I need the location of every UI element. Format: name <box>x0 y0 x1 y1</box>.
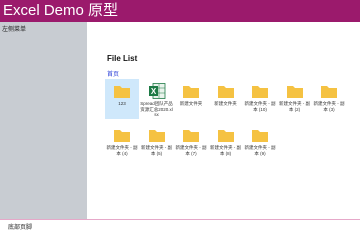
folder-icon <box>251 127 269 143</box>
folder-item[interactable]: 新建文件夹 - 副本 (4) <box>105 123 139 163</box>
folder-icon <box>182 83 200 99</box>
item-label: 123 <box>118 101 126 106</box>
file-grid: 123 X Spread团队产品资源汇总2020.xlsx 新建文件夹 新建文件夹 新建文… <box>105 79 360 199</box>
folder-item[interactable]: 新建文件夹 - 副本 (10) <box>243 79 277 119</box>
folder-icon <box>113 83 131 99</box>
item-label: Spread团队产品资源汇总2020.xlsx <box>140 101 173 117</box>
folder-item[interactable]: 新建文件夹 - 副本 (2) <box>278 79 312 119</box>
folder-icon <box>217 127 235 143</box>
main-content: File List 首页 123 X Spread团队产品资源汇总2020.xlsx… <box>87 22 360 219</box>
item-label: 新建文件夹 - 副本 (2) <box>279 101 310 112</box>
footer-label: 底部页脚 <box>8 225 33 231</box>
folder-icon <box>217 83 235 99</box>
excel-file-icon: X <box>148 83 166 99</box>
folder-item[interactable]: 新建文件夹 - 副本 (8) <box>209 123 243 163</box>
folder-item[interactable]: 新建文件夹 - 副本 (3) <box>312 79 346 119</box>
item-label: 新建文件夹 - 副本 (7) <box>175 145 207 156</box>
file-item[interactable]: X Spread团队产品资源汇总2020.xlsx <box>140 79 174 119</box>
folder-item[interactable]: 123 <box>105 79 139 119</box>
item-label: 新建文件夹 - 副本 (9) <box>244 145 276 156</box>
app-title: Excel Demo 原型 <box>3 2 119 19</box>
app-header: Excel Demo 原型 <box>0 0 360 22</box>
item-label: 新建文件夹 <box>179 101 203 106</box>
page-title: File List <box>107 54 138 63</box>
folder-icon <box>148 127 166 143</box>
folder-icon <box>251 83 269 99</box>
folder-item[interactable]: 新建文件夹 - 副本 (9) <box>243 123 277 163</box>
folder-icon <box>113 127 131 143</box>
item-label: 新建文件夹 - 副本 (4) <box>106 145 138 156</box>
folder-icon <box>286 83 304 99</box>
app-footer: 底部页脚 <box>0 219 360 240</box>
folder-icon <box>320 83 338 99</box>
item-label: 新建文件夹 - 副本 (5) <box>141 145 172 156</box>
folder-item[interactable]: 新建文件夹 <box>209 79 243 119</box>
folder-item[interactable]: 新建文件夹 - 副本 (7) <box>174 123 208 163</box>
folder-item[interactable]: 新建文件夹 - 副本 (5) <box>140 123 174 163</box>
item-label: 新建文件夹 - 副本 (3) <box>313 101 345 112</box>
folder-item[interactable]: 新建文件夹 <box>174 79 208 119</box>
svg-text:X: X <box>150 87 156 96</box>
item-label: 新建文件夹 - 副本 (10) <box>244 101 276 112</box>
sidebar-label: 左侧菜单 <box>2 27 27 33</box>
breadcrumb-home-link[interactable]: 首页 <box>107 69 119 78</box>
item-label: 新建文件夹 <box>214 101 237 106</box>
item-label: 新建文件夹 - 副本 (8) <box>210 145 241 156</box>
left-sidebar: 左侧菜单 <box>0 22 87 219</box>
folder-icon <box>182 127 200 143</box>
